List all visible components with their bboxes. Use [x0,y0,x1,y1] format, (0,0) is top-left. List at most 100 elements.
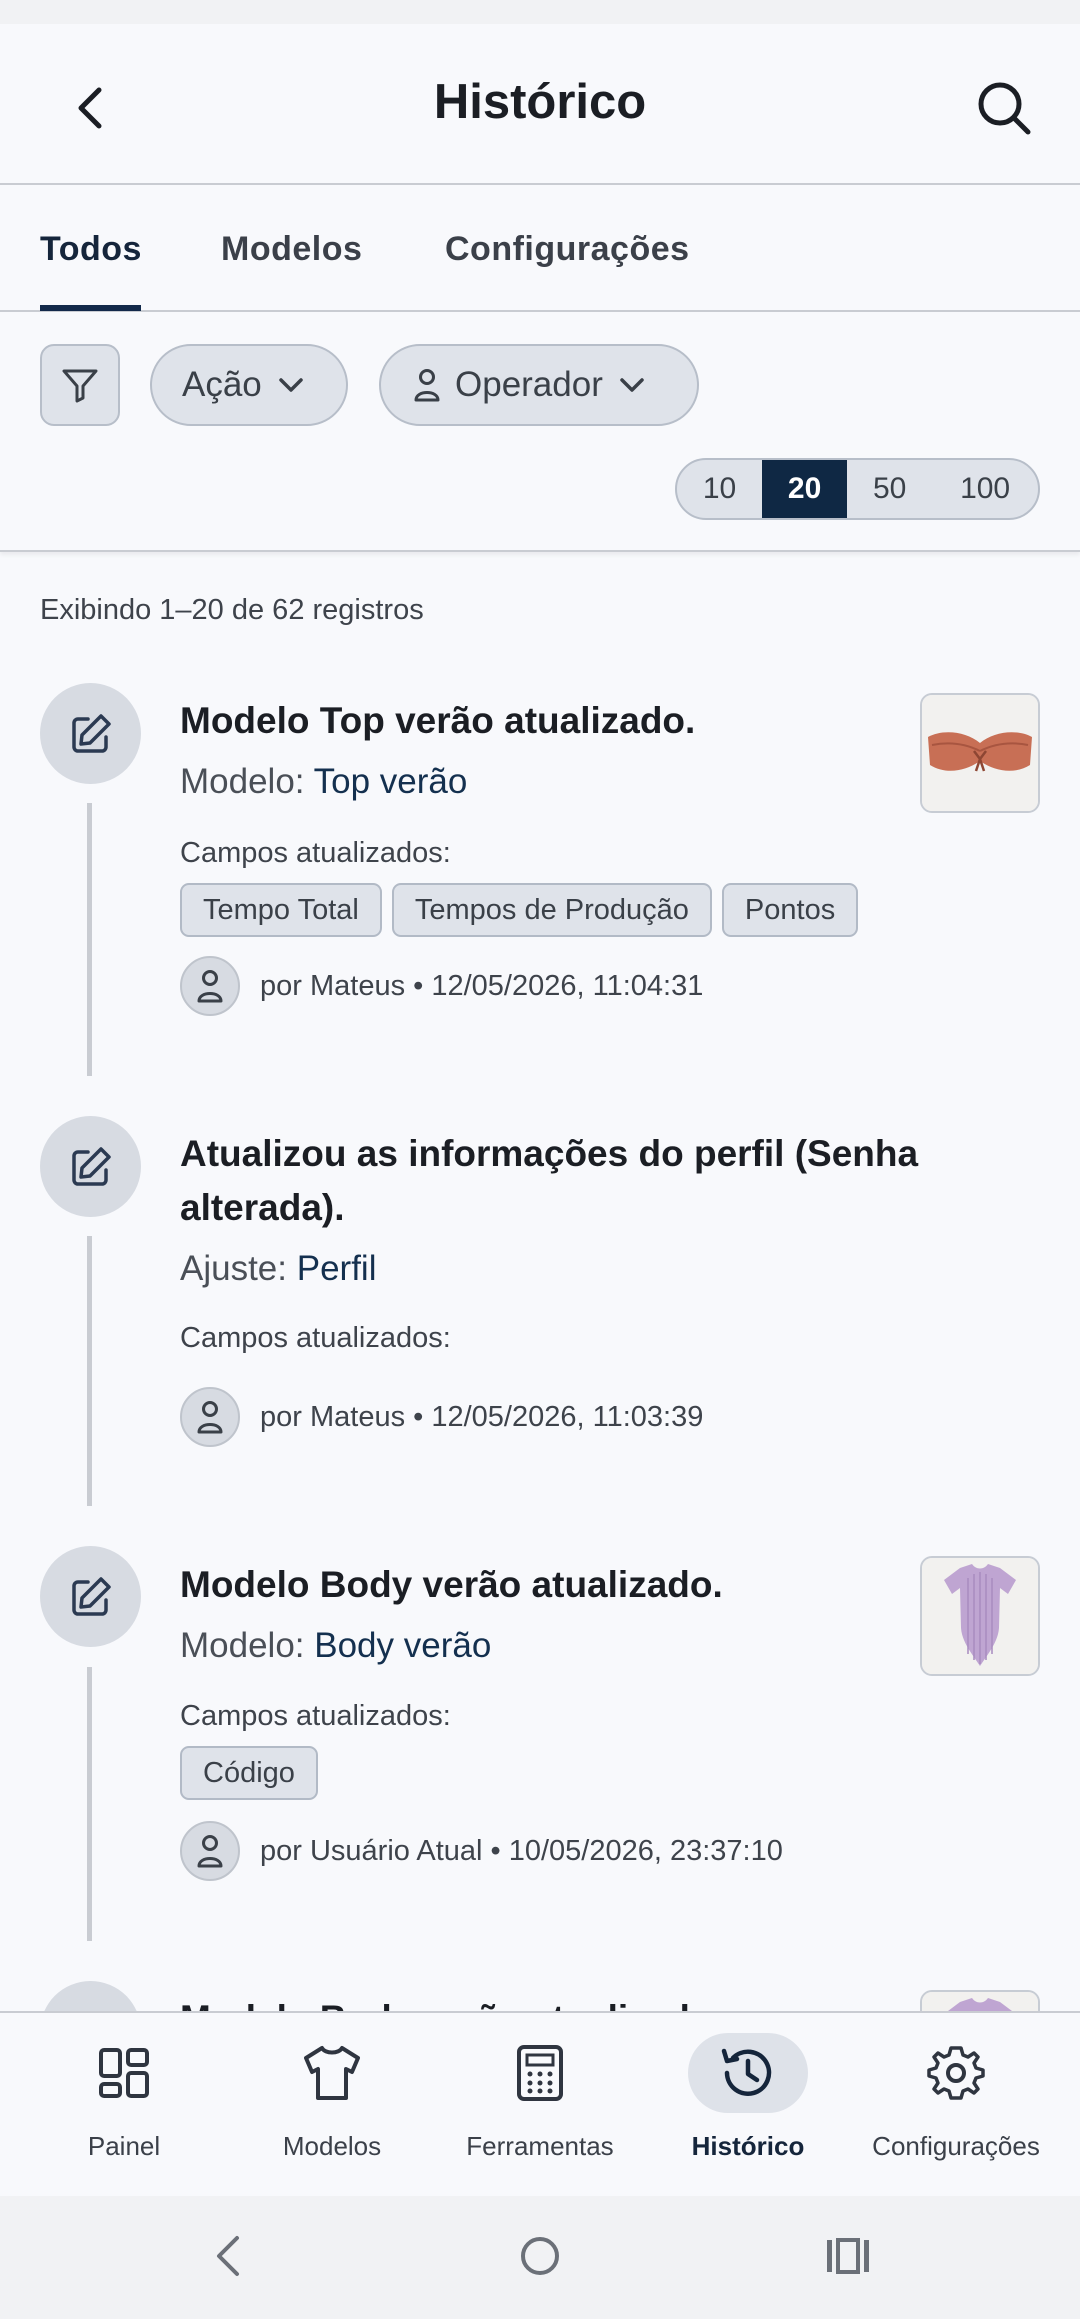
page-size-100[interactable]: 100 [932,460,1038,518]
entry-title: Atualizou as informações do perfil (Senh… [180,1133,919,1228]
search-button[interactable] [968,72,1040,144]
edit-icon-circle [40,1981,141,2011]
page-title: Histórico [433,75,647,129]
timeline-line [87,1236,92,1506]
timeline-line [87,1667,92,1941]
nav-historico-label: Histórico [691,2131,805,2161]
app-bar: Histórico [0,24,1080,185]
system-recents-icon [827,2238,869,2274]
records-summary: Exibindo 1–20 de 62 registros [40,594,424,626]
bodysuit-image [922,1992,1038,2011]
model-thumbnail[interactable] [920,1990,1040,2011]
entry-meta-text: por Mateus • 12/05/2026, 11:04:31 [260,969,704,1002]
entry-title: Modelo Body verão atualizado. [180,1992,960,2011]
nav-configuracoes-label: Configurações [872,2131,1040,2161]
tab-configuracoes[interactable]: Configurações [445,230,690,269]
filter-button[interactable] [40,344,120,426]
nav-modelos-label: Modelos [282,2131,382,2161]
person-icon [413,368,441,402]
history-entry[interactable]: Modelo Body verão atualizado. [0,1958,1080,2011]
entry-model-link[interactable]: Body verão [314,1626,491,1665]
entry-model-link[interactable]: Top verão [314,762,468,801]
model-thumbnail[interactable] [920,1556,1040,1676]
model-thumbnail[interactable] [920,693,1040,813]
user-icon [180,1821,240,1881]
entry-title: Modelo Top verão atualizado. [180,700,696,741]
action-filter-label: Ação [182,365,262,404]
entry-meta: por Mateus • 12/05/2026, 11:04:31 [180,956,703,1016]
user-icon [180,956,240,1016]
operator-filter-dropdown[interactable]: Operador [379,344,699,426]
nav-ferramentas[interactable]: Ferramentas [432,2013,648,2198]
history-icon [688,2033,808,2113]
entry-meta-text: por Mateus • 12/05/2026, 11:03:39 [260,1400,704,1433]
entry-meta: por Mateus • 12/05/2026, 11:03:39 [180,1387,703,1447]
entry-subtitle: Ajuste: Perfil [180,1249,376,1289]
active-tab-indicator [40,305,141,311]
dashboard-icon [64,2033,184,2113]
system-navigation-bar [0,2196,1080,2319]
tag-list: Tempo Total Tempos de Produção Pontos [180,883,859,937]
search-icon [978,82,1031,135]
status-bar [0,0,1080,24]
edit-icon-circle [40,683,141,784]
nav-ferramentas-label: Ferramentas [466,2131,614,2161]
field-tag: Tempo Total [180,883,382,937]
edit-icon-circle [40,1116,141,1217]
chevron-down-icon [619,377,645,393]
bodysuit-image [922,1558,1038,1674]
action-filter-dropdown[interactable]: Ação [150,344,348,426]
bikini-top-image [922,695,1038,811]
shirt-icon [272,2033,392,2113]
tab-modelos[interactable]: Modelos [221,230,362,269]
edit-icon [71,1576,111,1616]
history-entry[interactable]: Modelo Top verão atualizado. Modelo: Top… [0,660,1080,1093]
tab-todos[interactable]: Todos [40,230,142,269]
nav-modelos[interactable]: Modelos [224,2013,440,2198]
entry-subtitle-prefix: Ajuste: [180,1249,297,1288]
nav-historico[interactable]: Histórico [640,2013,856,2198]
page-size-10[interactable]: 10 [677,460,762,518]
gear-icon [896,2033,1016,2113]
entry-setting-link[interactable]: Perfil [297,1249,377,1288]
fields-label: Campos atualizados: [180,1700,451,1732]
system-back-button[interactable] [198,2226,258,2286]
page-size-selector: 10 20 50 100 [675,458,1040,520]
history-entry[interactable]: Atualizou as informações do perfil (Senh… [0,1093,1080,1524]
field-tag: Pontos [721,883,859,937]
operator-filter-label: Operador [455,365,603,404]
bottom-navigation: Painel Modelos Ferramentas Histórico Con… [0,2011,1080,2196]
nav-painel[interactable]: Painel [16,2013,232,2198]
filter-icon [62,369,98,403]
page-size-20[interactable]: 20 [762,460,848,518]
nav-configuracoes[interactable]: Configurações [848,2013,1064,2198]
field-tag: Código [180,1746,318,1800]
system-home-icon [521,2237,559,2275]
entry-subtitle-prefix: Modelo: [180,1626,315,1665]
entry-subtitle-prefix: Modelo: [180,762,314,801]
system-home-button[interactable] [510,2226,570,2286]
entry-meta: por Usuário Atual • 10/05/2026, 23:37:10 [180,1821,783,1881]
filter-bar: Ação Operador 10 20 50 100 [0,312,1080,552]
chevron-down-icon [278,377,304,393]
fields-label: Campos atualizados: [180,1322,451,1354]
entry-subtitle: Modelo: Top verão [180,762,467,802]
page-size-50[interactable]: 50 [847,460,932,518]
fields-label: Campos atualizados: [180,837,451,869]
tag-list: Código [180,1746,318,1800]
calculator-icon [480,2033,600,2113]
system-recents-button[interactable] [818,2226,878,2286]
user-icon [180,1387,240,1447]
history-feed: Modelo Top verão atualizado. Modelo: Top… [0,660,1080,2011]
edit-icon-circle [40,1546,141,1647]
nav-painel-label: Painel [87,2131,161,2161]
system-back-icon [217,2236,239,2276]
entry-subtitle: Modelo: Body verão [180,1626,491,1666]
edit-icon [71,1146,111,1186]
edit-icon [71,713,111,753]
entry-meta-text: por Usuário Atual • 10/05/2026, 23:37:10 [260,1834,783,1867]
timeline-line [87,803,92,1076]
history-entry[interactable]: Modelo Body verão atualizado. Modelo: Bo… [0,1524,1080,1958]
tab-bar: Todos Modelos Configurações [0,185,1080,312]
entry-title: Modelo Body verão atualizado. [180,1564,723,1605]
